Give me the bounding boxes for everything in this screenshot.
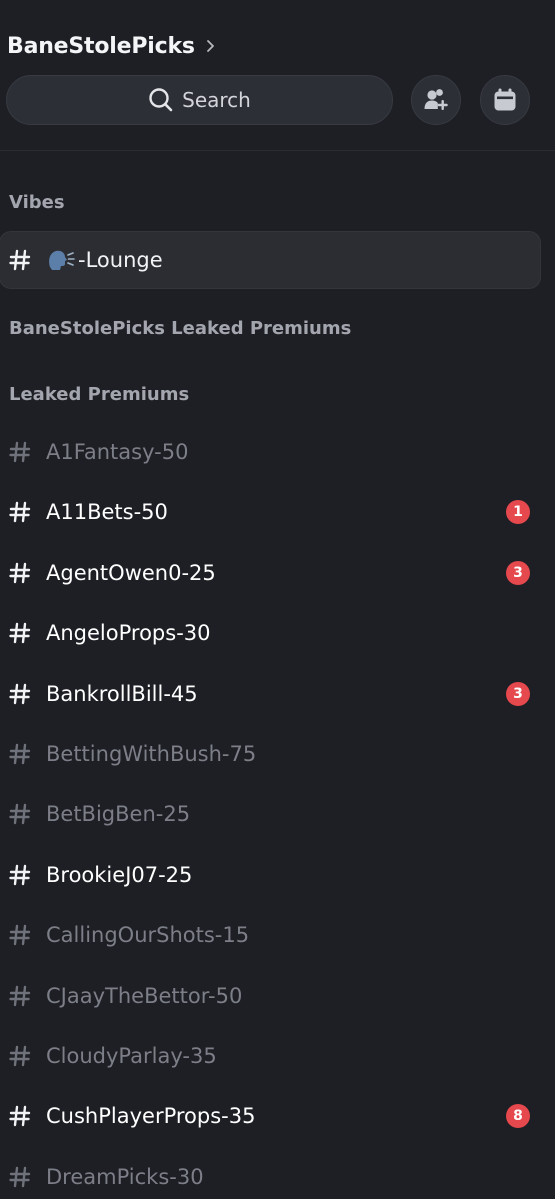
channel-item[interactable]: BankrollBill-45 3 bbox=[0, 665, 542, 723]
channel-label: AngeloProps-30 bbox=[46, 621, 211, 646]
channel-label: -Lounge bbox=[78, 248, 163, 272]
channel-label: BetBigBen-25 bbox=[46, 802, 191, 827]
events-button[interactable] bbox=[480, 75, 530, 125]
header-divider bbox=[0, 150, 555, 151]
hashtag-icon bbox=[9, 683, 31, 704]
channel-lounge[interactable]: -Lounge bbox=[0, 231, 541, 289]
channel-label: CJaayTheBettor-50 bbox=[46, 983, 243, 1008]
channel-item[interactable]: CallingOurShots-15 bbox=[0, 906, 542, 964]
channel-item[interactable]: BettingWithBush-75 bbox=[0, 725, 542, 783]
channel-item[interactable]: BrookieJ07-25 bbox=[0, 846, 542, 904]
channel-label: CallingOurShots-15 bbox=[46, 923, 250, 948]
search-bar[interactable]: Search bbox=[6, 75, 393, 125]
hashtag-icon bbox=[9, 1106, 31, 1127]
channel-item[interactable]: CJaayTheBettor-50 bbox=[0, 967, 542, 1025]
channel-item[interactable]: AgentOwen0-25 3 bbox=[0, 544, 542, 602]
unread-badge: 3 bbox=[506, 560, 530, 585]
add-user-icon bbox=[424, 89, 448, 110]
speaking-head-icon bbox=[49, 250, 75, 270]
channel-label: DreamPicks-30 bbox=[46, 1164, 204, 1189]
calendar-icon bbox=[494, 88, 516, 111]
hashtag-icon bbox=[9, 249, 31, 271]
hashtag-icon bbox=[9, 502, 31, 523]
unread-badge: 3 bbox=[506, 681, 530, 706]
channel-label: CloudyParlay-35 bbox=[46, 1044, 217, 1068]
hashtag-icon bbox=[9, 924, 31, 946]
channel-item[interactable]: BetBigBen-25 bbox=[0, 785, 542, 843]
hashtag-icon bbox=[9, 1166, 31, 1187]
channel-label: BettingWithBush-75 bbox=[46, 742, 257, 766]
category-leaked-banner[interactable]: BaneStolePicks Leaked Premiums bbox=[9, 318, 351, 339]
channel-label: CushPlayerProps-35 bbox=[46, 1104, 256, 1129]
channel-item[interactable]: A11Bets-50 1 bbox=[0, 483, 542, 541]
hashtag-icon bbox=[9, 441, 31, 463]
channel-item[interactable]: CushPlayerProps-35 8 bbox=[0, 1087, 542, 1145]
channel-label: BrookieJ07-25 bbox=[46, 862, 193, 887]
channel-item[interactable]: CloudyParlay-35 bbox=[0, 1027, 542, 1085]
hashtag-icon bbox=[9, 743, 31, 765]
search-label: Search bbox=[182, 88, 251, 112]
search-icon bbox=[149, 88, 173, 112]
channel-item[interactable]: AngeloProps-30 bbox=[0, 604, 542, 662]
unread-badge: 1 bbox=[506, 500, 530, 525]
server-name[interactable]: BaneStolePicks bbox=[7, 34, 195, 59]
channel-label: BankrollBill-45 bbox=[46, 681, 198, 706]
hashtag-icon bbox=[9, 864, 31, 885]
hashtag-icon bbox=[9, 622, 31, 644]
channel-item[interactable]: DreamPicks-30 bbox=[0, 1148, 542, 1199]
hashtag-icon bbox=[9, 1045, 31, 1067]
server-header[interactable]: BaneStolePicks bbox=[7, 30, 217, 62]
invite-members-button[interactable] bbox=[411, 75, 461, 125]
unread-badge: 8 bbox=[506, 1104, 530, 1129]
hashtag-icon bbox=[9, 985, 31, 1006]
channel-sidebar: BaneStolePicks Search Vibes -Lounge Bane… bbox=[0, 0, 555, 1199]
category-leaked-premiums[interactable]: Leaked Premiums bbox=[9, 384, 189, 405]
channel-label: AgentOwen0-25 bbox=[46, 560, 216, 585]
channel-label: A11Bets-50 bbox=[46, 500, 168, 525]
chevron-right-icon bbox=[206, 40, 214, 52]
channel-label: A1Fantasy-50 bbox=[46, 440, 189, 464]
hashtag-icon bbox=[9, 804, 31, 825]
channel-item[interactable]: A1Fantasy-50 bbox=[0, 423, 542, 481]
category-vibes[interactable]: Vibes bbox=[9, 192, 65, 213]
hashtag-icon bbox=[9, 562, 31, 583]
